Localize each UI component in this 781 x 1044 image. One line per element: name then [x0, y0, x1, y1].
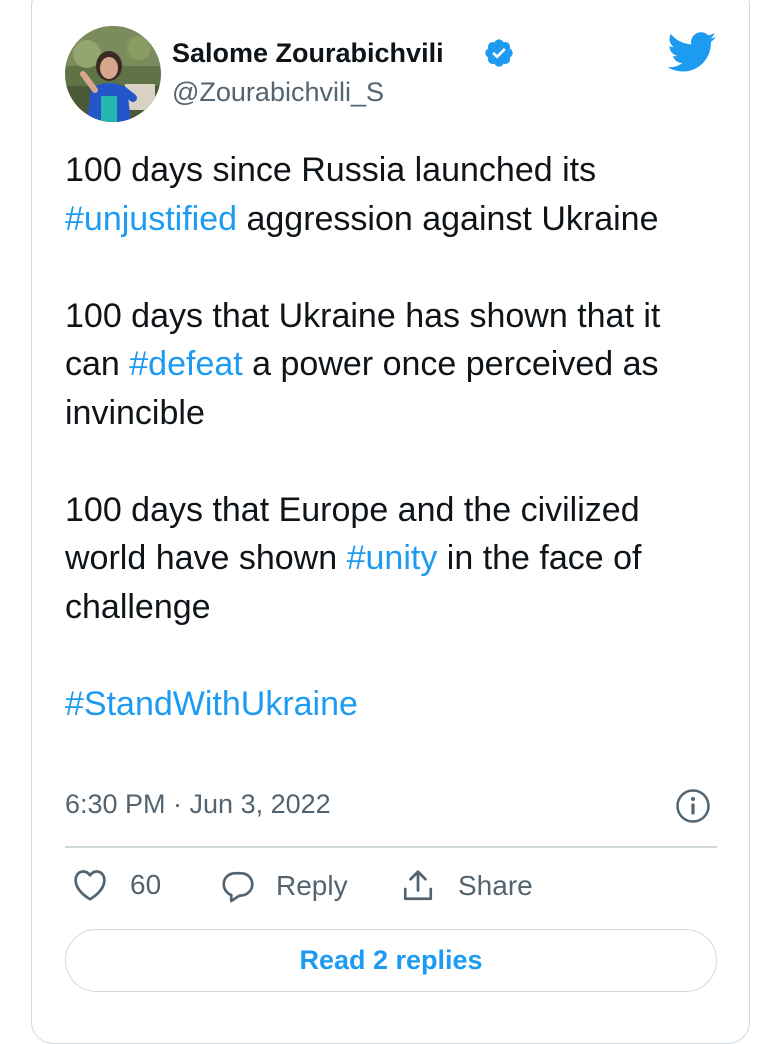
info-icon[interactable]	[675, 788, 711, 824]
divider	[65, 846, 717, 848]
verified-badge-icon	[485, 39, 513, 67]
hashtag-link[interactable]: #StandWithUkraine	[65, 685, 358, 723]
reply-button[interactable]: Reply	[220, 868, 348, 904]
display-name[interactable]: Salome Zourabichvili	[172, 38, 444, 69]
hashtag-link[interactable]: #unjustified	[65, 200, 237, 238]
share-button[interactable]: Share	[400, 868, 533, 904]
avatar[interactable]	[65, 26, 161, 122]
share-upload-icon	[403, 870, 433, 901]
reply-label: Reply	[276, 870, 348, 901]
like-button[interactable]: 60	[72, 868, 161, 902]
tweet-text-segment: aggression against Ukraine	[237, 199, 659, 238]
tweet-text-segment: 100 days since Russia launched its	[65, 151, 597, 189]
timestamp[interactable]: 6:30 PM · Jun 3, 2022	[65, 789, 331, 820]
avatar-photo	[65, 26, 161, 122]
tweet-text: 100 days since Russia launched its #unju…	[65, 146, 715, 728]
user-handle[interactable]: @Zourabichvili_S	[172, 77, 384, 108]
read-replies-button[interactable]: Read 2 replies	[65, 929, 717, 992]
tweet-paragraph: 100 days since Russia launched its #unju…	[65, 146, 715, 243]
tweet-paragraph: 100 days that Ukraine has shown that it …	[65, 292, 715, 438]
like-count: 60	[130, 869, 162, 900]
hashtag-link[interactable]: #defeat	[129, 345, 242, 383]
tweet-paragraph: 100 days that Europe and the civilized w…	[65, 486, 715, 632]
hashtag-link[interactable]: #unity	[347, 539, 438, 577]
twitter-bird-icon[interactable]	[667, 32, 717, 73]
share-label: Share	[458, 870, 533, 901]
heart-icon	[74, 870, 106, 901]
tweet-paragraph: #StandWithUkraine	[65, 680, 715, 729]
comment-bubble-icon	[222, 871, 254, 903]
